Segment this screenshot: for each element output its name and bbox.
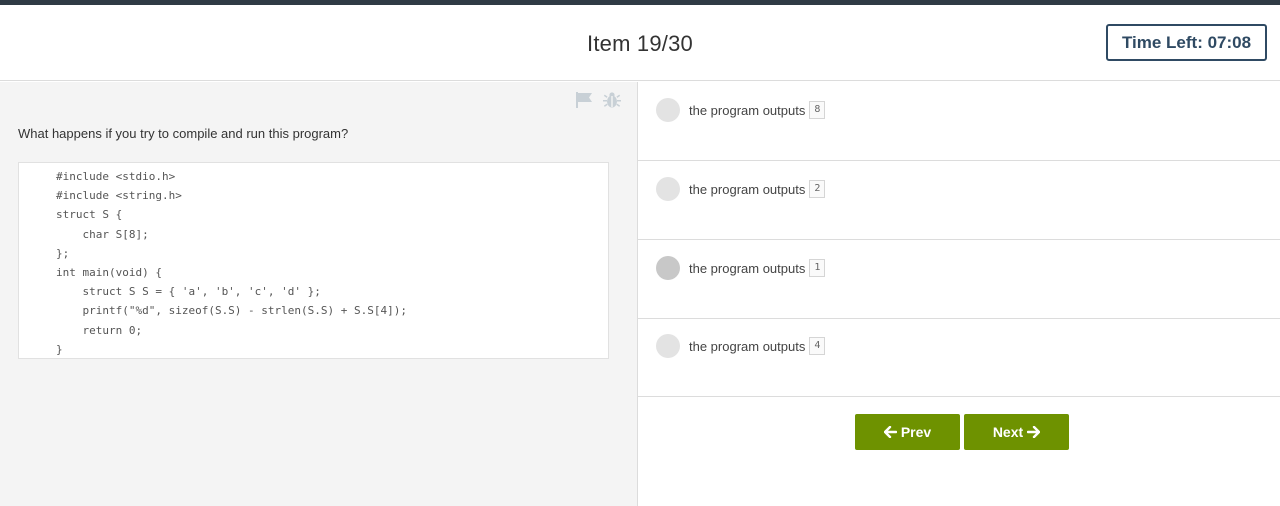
question-text: What happens if you try to compile and r… <box>18 126 349 141</box>
prev-label: Prev <box>900 424 932 440</box>
header: Item 19/30 Time Left: 07:08 <box>0 5 1280 81</box>
item-counter: Item 19/30 <box>587 31 693 56</box>
answer-option-1[interactable]: the program outputs 8 <box>638 82 1280 161</box>
code-listing: #include <stdio.h> #include <string.h> s… <box>56 170 407 356</box>
answer-option-4[interactable]: the program outputs 4 <box>638 318 1280 397</box>
answer-code-value: 2 <box>809 180 826 198</box>
radio-button[interactable] <box>656 334 680 358</box>
answer-label: the program outputs 1 <box>689 259 826 277</box>
answer-code-value: 1 <box>809 259 826 277</box>
next-label: Next <box>992 424 1024 440</box>
time-left-badge: Time Left: 07:08 <box>1106 24 1267 61</box>
answer-label: the program outputs 2 <box>689 180 826 198</box>
answer-label: the program outputs 8 <box>689 101 826 119</box>
answer-option-3[interactable]: the program outputs 1 <box>638 240 1280 319</box>
bug-icon[interactable] <box>602 91 622 109</box>
answer-text: the program outputs <box>689 102 806 118</box>
answer-label: the program outputs 4 <box>689 337 826 355</box>
arrow-left-icon <box>883 426 897 438</box>
arrow-right-icon <box>1027 426 1041 438</box>
answer-code-value: 8 <box>809 101 826 119</box>
prev-button[interactable]: Prev <box>855 414 960 450</box>
answer-text: the program outputs <box>689 260 806 276</box>
flag-icon[interactable] <box>574 91 594 109</box>
question-tools <box>574 91 622 109</box>
radio-button[interactable] <box>656 256 680 280</box>
answer-text: the program outputs <box>689 338 806 354</box>
answer-code-value: 4 <box>809 337 826 355</box>
answer-option-2[interactable]: the program outputs 2 <box>638 161 1280 240</box>
next-button[interactable]: Next <box>964 414 1069 450</box>
answer-text: the program outputs <box>689 181 806 197</box>
question-panel: What happens if you try to compile and r… <box>0 82 638 506</box>
answers-panel: the program outputs 8 the program output… <box>638 82 1280 506</box>
radio-button[interactable] <box>656 177 680 201</box>
radio-button[interactable] <box>656 98 680 122</box>
code-block: #include <stdio.h> #include <string.h> s… <box>18 162 609 359</box>
